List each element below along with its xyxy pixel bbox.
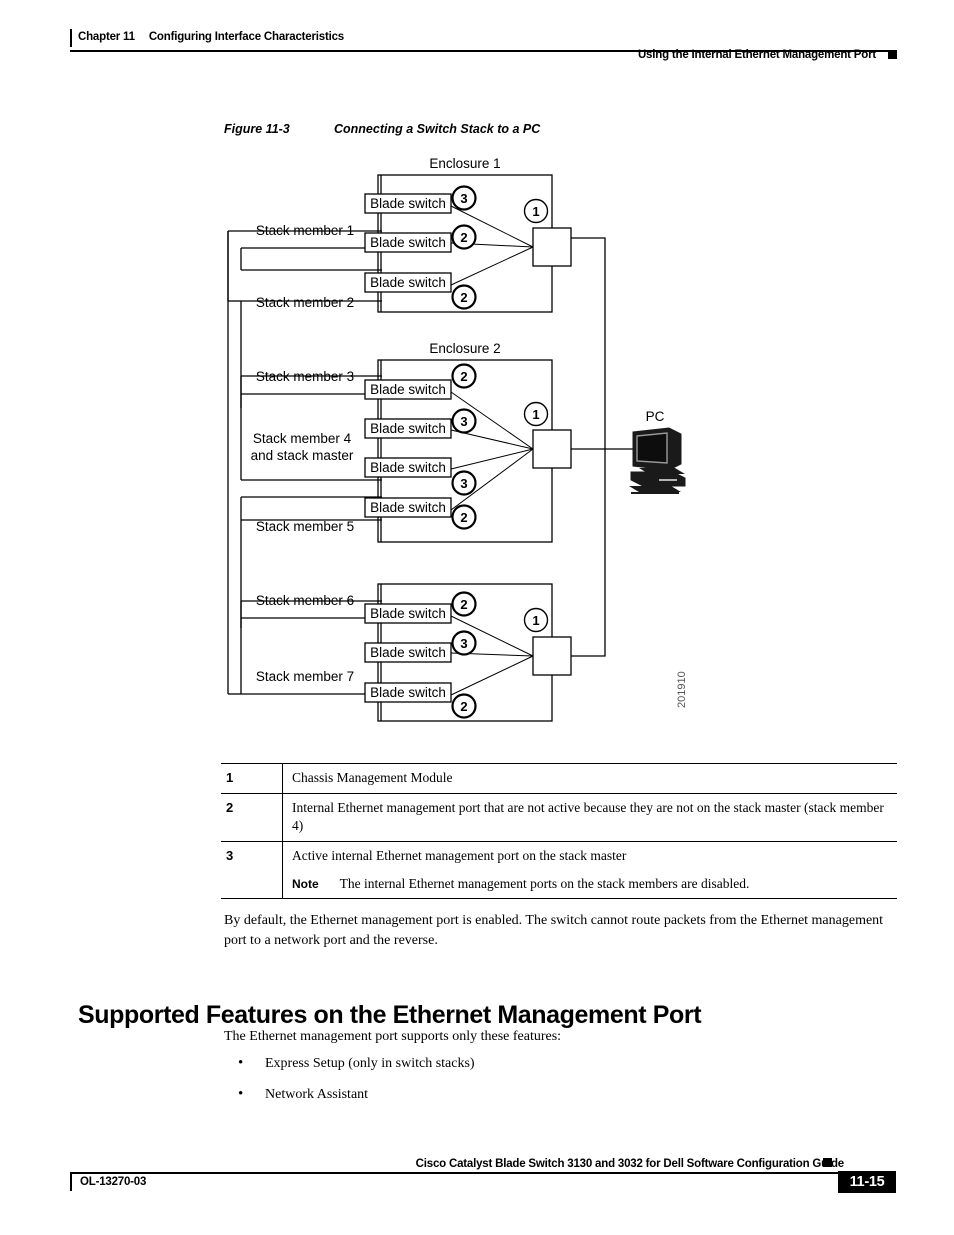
svg-text:2: 2 (460, 699, 467, 714)
page-heading: Supported Features on the Ethernet Manag… (78, 1000, 702, 1029)
svg-text:2: 2 (460, 290, 467, 305)
legend-text: Active internal Ethernet management port… (292, 847, 627, 863)
cmm-box (532, 227, 572, 267)
header-chapter-title: Configuring Interface Characteristics (148, 31, 344, 43)
footer-page-number: 11-15 (838, 1171, 896, 1193)
enclosure-2-label: Enclosure 2 (429, 341, 500, 356)
legend-key: 2 (221, 793, 283, 842)
callout-badge: 2 (451, 693, 477, 719)
callout-badge: 3 (451, 470, 477, 496)
footer-rule (70, 1172, 896, 1174)
header-tab-marker (888, 50, 897, 59)
stack-member-1-label: Stack member 1 (256, 223, 354, 238)
figure-title: Connecting a Switch Stack to a PC (334, 122, 541, 136)
blade-switch-label: Blade switch (370, 421, 446, 436)
note-text: The internal Ethernet management ports o… (339, 875, 750, 891)
note-keyword: Note (292, 876, 319, 891)
figure-caption: Figure 11-3 Connecting a Switch Stack to … (224, 122, 540, 136)
svg-text:1: 1 (532, 613, 539, 628)
callout-badge: 2 (451, 224, 477, 250)
stack-member-2-label: Stack member 2 (256, 295, 354, 310)
legend-note: Note The internal Ethernet management por… (292, 875, 891, 894)
stack-member-7-label: Stack member 7 (256, 669, 354, 684)
header-chapter-number: Chapter 11 (78, 31, 135, 43)
callout-badge: 2 (451, 363, 477, 389)
header-left-rule (70, 29, 72, 47)
stack-member-4-label: Stack member 4 (253, 431, 352, 446)
svg-text:2: 2 (460, 510, 467, 525)
svg-text:3: 3 (460, 191, 467, 206)
legend-text: Internal Ethernet management port that a… (292, 799, 884, 834)
blade-switch-label: Blade switch (370, 500, 446, 515)
callout-badge-cmm: 1 (523, 198, 549, 224)
figure-id: 201910 (676, 671, 688, 708)
footer-doc-number: OL-13270-03 (80, 1176, 147, 1188)
svg-text:2: 2 (460, 369, 467, 384)
figure-label: Figure 11-3 (224, 122, 290, 136)
bullet-icon: • (238, 1055, 244, 1071)
stack-member-3-label: Stack member 3 (256, 369, 354, 384)
callout-badge: 3 (451, 630, 477, 656)
blade-switch-label: Blade switch (370, 645, 446, 660)
header-section-title: Using the Internal Ethernet Management P… (637, 49, 876, 61)
blade-switch-label: Blade switch (370, 382, 446, 397)
footer-guide-title: Cisco Catalyst Blade Switch 3130 and 303… (415, 1158, 845, 1170)
footer-tab-marker (823, 1158, 832, 1167)
callout-badge: 2 (451, 591, 477, 617)
blade-switch-label: Blade switch (370, 685, 446, 700)
stack-member-4-master-label: and stack master (251, 448, 354, 463)
bullet-icon: • (238, 1086, 244, 1103)
svg-text:1: 1 (532, 407, 539, 422)
stack-member-5-label: Stack member 5 (256, 519, 354, 534)
legend-text: Chassis Management Module (292, 770, 453, 785)
table-row: 2 Internal Ethernet management port that… (221, 793, 897, 842)
blade-switch-label: Blade switch (370, 235, 446, 250)
legend-key: 3 (221, 841, 283, 900)
blade-switch-label: Blade switch (370, 606, 446, 621)
svg-text:1: 1 (532, 204, 539, 219)
blade-switch-label: Blade switch (370, 275, 446, 290)
pc-icon (629, 427, 686, 494)
legend-value: Internal Ethernet management port that a… (282, 793, 897, 842)
cmm-box (532, 636, 572, 676)
intro-paragraph: The Ethernet management port supports on… (224, 1029, 562, 1044)
stack-member-6-label: Stack member 6 (256, 593, 354, 608)
figure-diagram: Enclosure 1 Enclosure 2 Stack member 1 S… (0, 148, 954, 748)
header-chapter: Chapter 11 Configuring Interface Characte… (78, 31, 344, 43)
footer-left-rule (70, 1174, 72, 1191)
callout-badge-cmm: 1 (523, 607, 549, 633)
list-item: • Express Setup (only in switch stacks) (224, 1054, 897, 1074)
figure-legend-table: 1 Chassis Management Module 2 Internal E… (221, 763, 897, 900)
blade-switch-label: Blade switch (370, 196, 446, 211)
svg-text:2: 2 (460, 597, 467, 612)
callout-badge-cmm: 1 (523, 401, 549, 427)
list-item-label: Express Setup (only in switch stacks) (265, 1056, 475, 1071)
cmm-box (532, 429, 572, 469)
svg-text:2: 2 (460, 230, 467, 245)
callout-badge: 2 (451, 504, 477, 530)
table-row: 1 Chassis Management Module (221, 763, 897, 794)
default-paragraph: By default, the Ethernet management port… (224, 913, 884, 949)
feature-list: • Express Setup (only in switch stacks) •… (224, 1054, 897, 1116)
callout-badge: 2 (451, 284, 477, 310)
table-row: 3 Active internal Ethernet management po… (221, 841, 897, 900)
svg-text:3: 3 (460, 476, 467, 491)
legend-key: 1 (221, 763, 283, 794)
legend-value: Active internal Ethernet management port… (282, 841, 897, 900)
enclosure-1-label: Enclosure 1 (429, 156, 500, 171)
blade-switch-label: Blade switch (370, 460, 446, 475)
svg-text:3: 3 (460, 636, 467, 651)
callout-badge: 3 (451, 408, 477, 434)
list-item-label: Network Assistant (265, 1087, 369, 1103)
pc-label: PC (646, 409, 665, 424)
callout-badge: 3 (451, 185, 477, 211)
legend-value: Chassis Management Module (282, 763, 897, 794)
svg-text:3: 3 (460, 414, 467, 429)
list-item: • Network Assistant (224, 1085, 897, 1105)
